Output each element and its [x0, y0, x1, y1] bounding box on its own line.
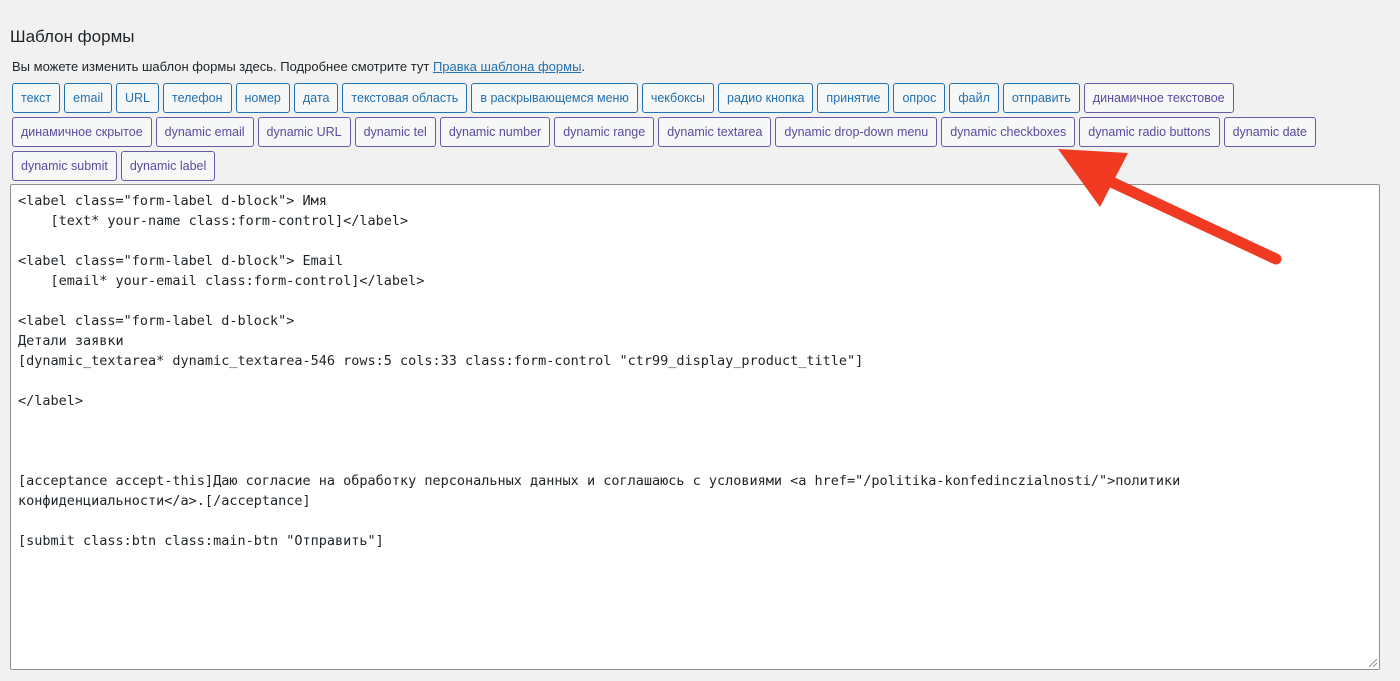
tag-button-dynamic-email[interactable]: dynamic email — [155, 117, 254, 147]
tag-button-текстовая-область[interactable]: текстовая область — [342, 83, 468, 113]
tag-button-dynamic-drop-down-menu[interactable]: dynamic drop-down menu — [775, 117, 938, 147]
tag-button-дата[interactable]: дата — [293, 83, 339, 113]
tag-button-динамичное-скрытое[interactable]: динамичное скрытое — [12, 117, 152, 147]
tag-button-отправить[interactable]: отправить — [1002, 83, 1080, 113]
edit-template-link[interactable]: Правка шаблона формы — [433, 59, 581, 74]
tag-button-телефон[interactable]: телефон — [163, 83, 232, 113]
section-title: Шаблон формы — [10, 27, 135, 46]
tag-button-номер[interactable]: номер — [235, 83, 290, 113]
tag-button-dynamic-submit[interactable]: dynamic submit — [12, 151, 117, 181]
tag-button-dynamic-checkboxes[interactable]: dynamic checkboxes — [941, 117, 1076, 147]
tag-button-dynamic-radio-buttons[interactable]: dynamic radio buttons — [1079, 117, 1220, 147]
tag-button-dynamic-textarea[interactable]: dynamic textarea — [658, 117, 772, 147]
resize-grip-icon[interactable] — [1366, 656, 1378, 668]
tag-generator-bar: текст email URL телефон номер дата текстовая о… — [12, 83, 1372, 181]
section-description: Вы можете изменить шаблон формы здесь. П… — [12, 58, 585, 76]
tag-button-dynamic-number[interactable]: dynamic number — [439, 117, 551, 147]
tag-button-опрос[interactable]: опрос — [893, 83, 946, 113]
tag-button-email[interactable]: email — [64, 83, 112, 113]
tag-button-динамичное-текстовое[interactable]: динамичное текстовое — [1083, 83, 1234, 113]
tag-button-dynamic-tel[interactable]: dynamic tel — [354, 117, 436, 147]
tag-button-файл[interactable]: файл — [949, 83, 999, 113]
tag-button-dynamic-url[interactable]: dynamic URL — [257, 117, 351, 147]
tag-button-чекбоксы[interactable]: чекбоксы — [641, 83, 715, 113]
tag-button-текст[interactable]: текст — [12, 83, 61, 113]
description-suffix: . — [581, 59, 586, 74]
tag-button-dynamic-label[interactable]: dynamic label — [120, 151, 216, 181]
description-text: Вы можете изменить шаблон формы здесь. П… — [12, 59, 433, 74]
tag-button-принятие[interactable]: принятие — [817, 83, 890, 113]
tag-button-dynamic-range[interactable]: dynamic range — [554, 117, 655, 147]
tag-button-url[interactable]: URL — [116, 83, 160, 113]
tag-button-dynamic-date[interactable]: dynamic date — [1223, 117, 1316, 147]
form-template-panel: Шаблон формы Вы можете изменить шаблон ф… — [0, 0, 1400, 681]
tag-button-в-раскрывающемся-меню[interactable]: в раскрывающемся меню — [471, 83, 638, 113]
form-template-editor[interactable] — [10, 184, 1380, 670]
tag-button-радио-кнопка[interactable]: радио кнопка — [718, 83, 814, 113]
